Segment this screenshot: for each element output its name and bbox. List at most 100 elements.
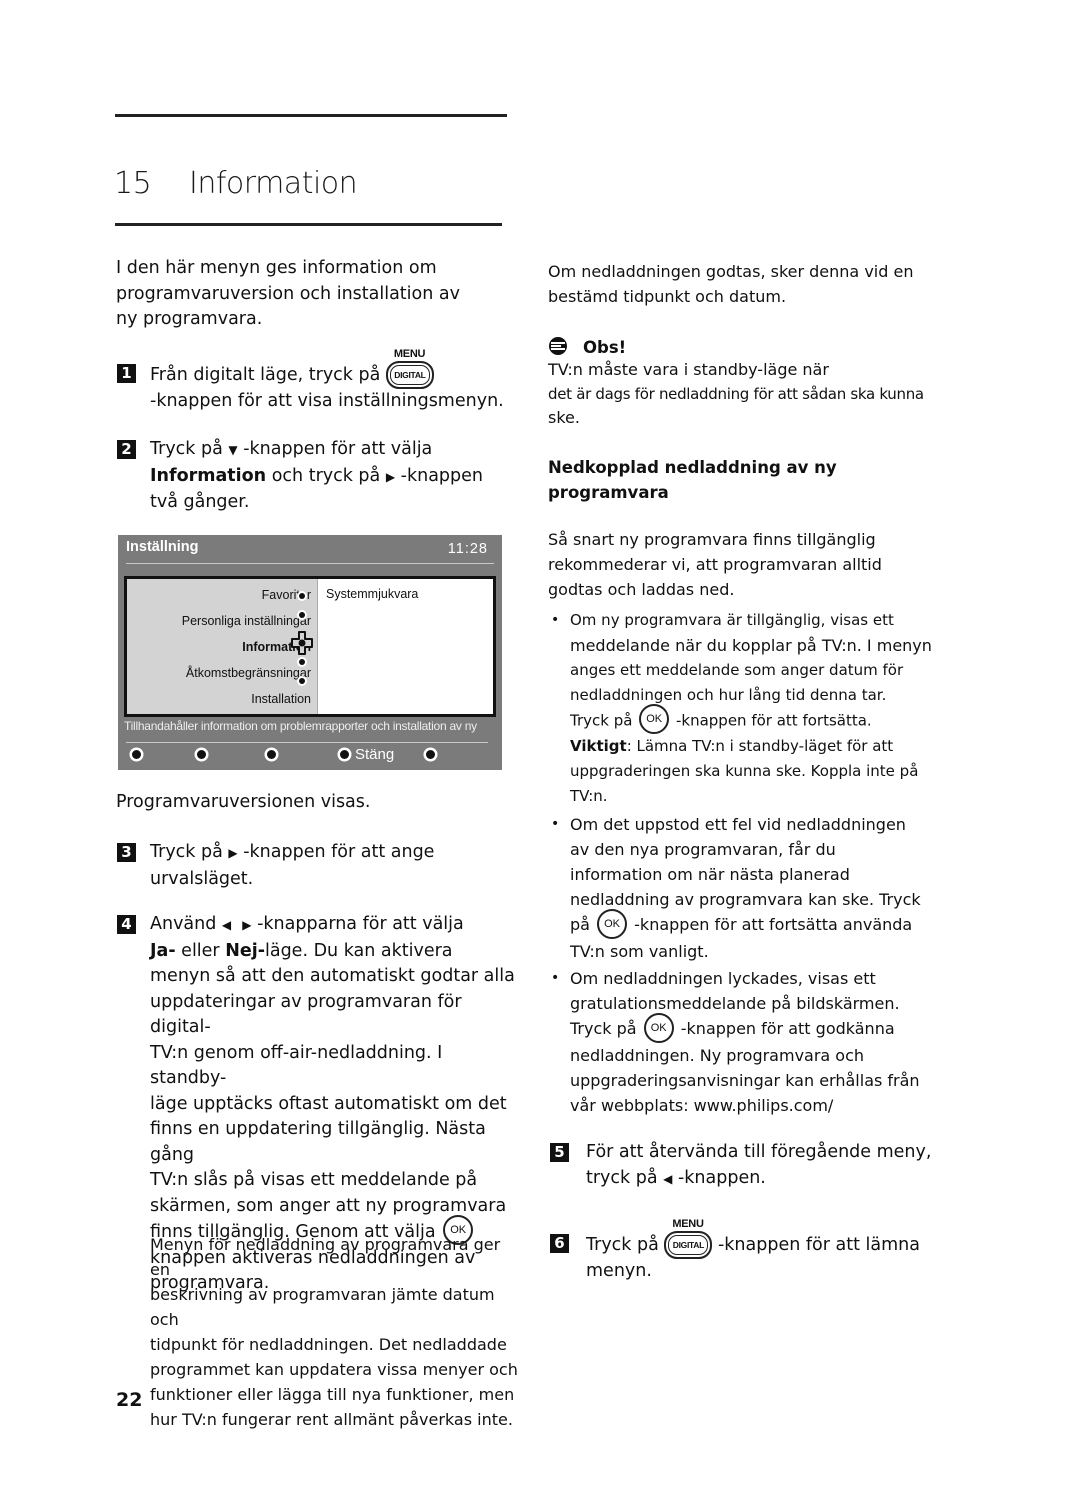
step-text: -knappen [400,465,483,486]
step-text: finns en uppdatering tillgänglig. Nästa … [150,1119,486,1165]
menu-digital-key-icon: MENU DIGITAL [664,1218,713,1259]
chapter-number: 15 [114,166,152,201]
bold-term: Nej- [225,940,265,961]
down-arrow-icon: ▼ [228,443,238,457]
bullet-icon: • [551,970,560,986]
step-text: -knappen för att visa inställningsmenyn. [150,391,504,411]
divider [126,742,488,743]
tv-submenu-item[interactable]: Systemmjukvara [326,587,418,601]
download-menu-paragraph: Menyn för nedladdning av programvara ger… [150,1232,520,1432]
note-text: TV:n måste vara i standby-läge när det ä… [548,358,943,430]
top-rule [115,114,507,117]
tv-menu-item[interactable]: Personliga inställningar [182,614,311,628]
step-text: läge upptäcks oftast automatiskt om det [150,1093,507,1114]
note-icon [549,337,567,355]
dot-icon [299,612,305,618]
step-2: Tryck på ▼ -knappen för att välja Inform… [150,437,515,516]
step-number-5: 5 [550,1143,569,1162]
bullet-icon: • [551,612,560,628]
bullet-line: anges ett meddelande som anger datum för [570,661,904,679]
bullet-line: gratulationsmeddelande på bildskärmen. [570,994,900,1013]
navigation-cross-icon [291,631,313,655]
bullet-item-3: Om nedladdningen lyckades, visas ett gra… [570,966,940,1118]
bullet-text: -knappen för att fortsätta använda [634,915,913,934]
after-screen-text: Programvaruversionen visas. [116,792,371,812]
red-key-icon [132,750,141,759]
step-text: Från digitalt läge, tryck på [150,365,381,385]
ok-key-icon: OK [643,1012,674,1043]
blue-key-icon [340,750,349,759]
right-arrow-icon: ▶ [242,918,252,932]
bullet-item-2: Om det uppstod ett fel vid nedladdningen… [570,812,940,964]
para-line: programmet kan uppdatera vissa menyer oc… [150,1360,518,1379]
step-text: Använd [150,914,217,934]
tv-menu-title: Inställning [126,539,199,555]
step-text: -knappen för att lämna [717,1235,920,1255]
bullet-text: på [570,915,590,934]
step-text: TV:n genom off-air-nedladdning. I standb… [150,1042,443,1089]
tv-submenu: Systemmjukvara [317,579,493,714]
chapter-title: Information [189,166,358,201]
step-number-4: 4 [117,915,136,934]
tv-menu-item[interactable]: Åtkomstbegränsningar [186,666,311,680]
intro-paragraph: I den här menyn ges information om progr… [116,256,516,333]
tv-menu-item[interactable]: Installation [251,692,311,706]
step-text: TV:n slås på visas ett meddelande på [150,1170,478,1190]
step-text: -knappen. [677,1167,766,1188]
intro-line: I den här menyn ges information om [116,258,437,278]
bullet-text: -knappen för att godkänna [680,1019,895,1038]
step-text: urvalsläget. [150,868,254,889]
recommend-paragraph: Så snart ny programvara finns tillgängli… [548,527,943,602]
para-line: Om nedladdningen godtas, sker denna vid … [548,262,914,281]
bullet-item-1: Om ny programvara är tillgänglig, visas … [570,608,940,809]
dot-icon [299,678,305,684]
section-heading: Nedkopplad nedladdning av ny programvara [548,455,943,505]
tv-menu-panel: Favoriter Personliga inställningar Infor… [124,576,496,717]
para-line: funktioner eller lägga till nya funktion… [150,1385,515,1404]
bullet-line: Om ny programvara är tillgänglig, visas … [570,611,894,629]
page-number: 22 [116,1389,143,1411]
close-label: Stäng [355,746,395,763]
bullet-line: nedladdningen. Ny programvara och [570,1045,865,1065]
para-line: Menyn för nedladdning av programvara ger… [150,1235,501,1279]
bullet-icon: • [551,816,560,832]
step-text: läge. Du kan aktivera [264,940,453,961]
dot-icon [299,593,305,599]
menu-digital-key-icon: MENU DIGITAL [385,348,434,389]
step-text: eller [181,940,220,961]
bullet-text: : Lämna TV:n i standby-läget för att [626,737,894,755]
para-line: tidpunkt för nedladdningen. Det nedladda… [150,1335,507,1354]
chapter-heading: 15 Information [114,166,358,201]
para-line: beskrivning av programvaran jämte datum … [150,1285,495,1329]
bullet-line: uppgraderingsanvisningar kan erhållas fr… [570,1070,920,1090]
step-number-3: 3 [117,843,136,862]
digital-label: DIGITAL [394,370,426,380]
heading-line: Nedkopplad nedladdning av ny [548,458,837,477]
step-text: Tryck på [586,1235,659,1255]
bullet-line: meddelande när du kopplar på TV:n. I men… [570,636,932,655]
bullet-text: -knappen för att fortsätta. [675,711,872,730]
bold-term: Viktigt [570,737,627,755]
step-text: två gånger. [150,492,250,512]
para-line: hur TV:n fungerar rent allmänt påverkas … [150,1410,513,1429]
step-text: menyn. [586,1261,652,1281]
step-number-2: 2 [117,440,136,459]
bullet-line: av den nya programvaran, får du [570,840,836,859]
menu-label: MENU [393,348,426,360]
bullet-line: vår webbplats: www.philips.com/ [570,1095,834,1115]
intro-line: programvaruversion och installation av [116,283,460,304]
green-key-icon [197,750,206,759]
step-text: För att återvända till föregående meny, [586,1142,932,1162]
extra-key-icon [426,750,435,759]
para-line: bestämd tidpunkt och datum. [548,287,787,306]
bullet-line: Om nedladdningen lyckades, visas ett [570,969,876,988]
menu-label: MENU [672,1218,704,1230]
bullet-line: uppgraderingen ska kunna ske. Koppla int… [570,762,919,780]
step-text: menyn så att den automatiskt godtar alla [150,966,515,986]
step-text: och tryck på [271,465,381,486]
bullet-line: nedladdning av programvara kan ske. Tryc… [570,890,921,909]
ok-key-icon: OK [597,908,628,939]
dot-icon [299,659,305,665]
left-arrow-icon: ◀ [221,918,232,932]
bullet-line: TV:n som vanligt. [570,941,709,961]
